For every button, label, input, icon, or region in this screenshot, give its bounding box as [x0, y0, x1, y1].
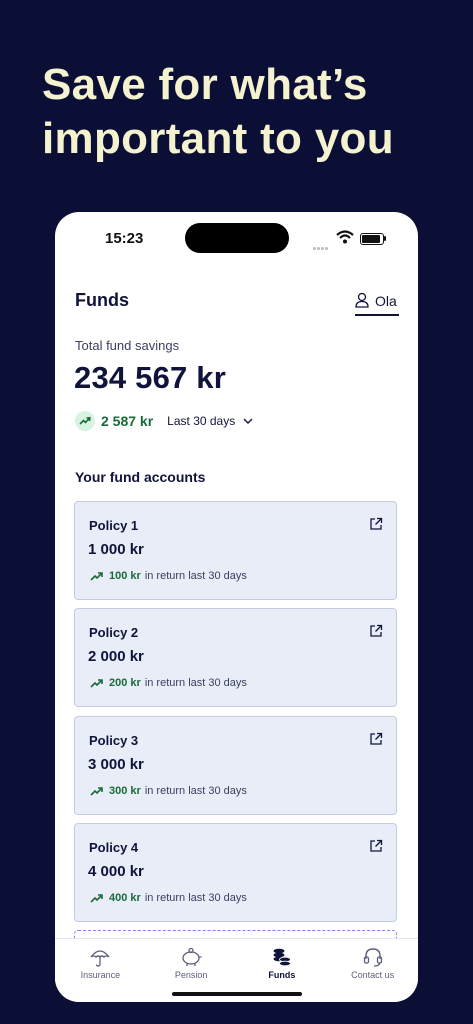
period-selector[interactable]: Last 30 days: [167, 414, 253, 428]
account-return-value: 400 kr: [109, 892, 141, 904]
external-link-icon[interactable]: [369, 732, 383, 746]
trend-up-icon: [90, 894, 103, 903]
umbrella-icon: [90, 950, 110, 967]
fund-account-card[interactable]: Policy 2 2 000 kr 200 kr in return last …: [74, 608, 397, 707]
chevron-down-icon: [243, 418, 253, 424]
piggy-bank-icon: [182, 947, 202, 966]
account-amount: 4 000 kr: [88, 863, 144, 880]
account-return-text: in return last 30 days: [144, 677, 247, 689]
period-label: Last 30 days: [167, 414, 236, 428]
fund-account-card[interactable]: Policy 3 3 000 kr 300 kr in return last …: [74, 716, 397, 815]
battery-tip: [384, 236, 386, 241]
headset-icon: [363, 948, 382, 967]
account-return: 100 kr in return last 30 days: [90, 570, 247, 582]
account-return-value: 200 kr: [109, 677, 141, 689]
account-return: 200 kr in return last 30 days: [90, 677, 247, 689]
account-name: Policy 1: [89, 518, 139, 533]
status-time: 15:23: [105, 230, 144, 247]
account-return-text: in return last 30 days: [144, 785, 247, 797]
trend-up-icon: [90, 572, 103, 581]
coins-icon: [273, 948, 291, 967]
user-name: Ola: [375, 293, 397, 309]
total-savings-amount: 234 567 kr: [74, 360, 226, 395]
account-amount: 2 000 kr: [88, 648, 144, 665]
tab-label: Insurance: [80, 970, 121, 980]
account-name: Policy 2: [89, 625, 139, 640]
marketing-headline: Save for what’s important to you: [42, 60, 394, 163]
fund-account-card[interactable]: Policy 1 1 000 kr 100 kr in return last …: [74, 501, 397, 600]
account-name: Policy 3: [89, 733, 139, 748]
wifi-icon: [336, 230, 354, 244]
trend-up-icon: [90, 787, 103, 796]
home-indicator: [172, 992, 302, 996]
tab-insurance[interactable]: Insurance: [55, 939, 146, 1002]
account-name: Policy 4: [89, 840, 139, 855]
external-link-icon[interactable]: [369, 517, 383, 531]
fund-account-card[interactable]: Policy 4 4 000 kr 400 kr in return last …: [74, 823, 397, 922]
trend-up-icon: [90, 679, 103, 688]
user-profile-button[interactable]: Ola: [355, 292, 399, 316]
tab-label: Contact us: [351, 970, 395, 980]
external-link-icon[interactable]: [369, 839, 383, 853]
total-savings-label: Total fund savings: [75, 338, 180, 353]
account-return-text: in return last 30 days: [144, 892, 247, 904]
external-link-icon[interactable]: [369, 624, 383, 638]
battery-icon: [360, 233, 384, 245]
trend-up-icon: [75, 411, 95, 431]
savings-change-row: 2 587 kr Last 30 days: [75, 411, 253, 431]
account-amount: 3 000 kr: [88, 756, 144, 773]
signal-icon: [313, 237, 333, 250]
account-return-text: in return last 30 days: [144, 570, 247, 582]
tab-label: Pension: [174, 970, 208, 980]
dynamic-island: [185, 223, 289, 253]
account-return-value: 100 kr: [109, 570, 141, 582]
account-return-value: 300 kr: [109, 785, 141, 797]
phone-screen: 15:23 Funds Ola Total fund savings 234 5…: [55, 212, 418, 1002]
fund-accounts-heading: Your fund accounts: [75, 469, 206, 485]
tab-label: Funds: [268, 970, 296, 980]
account-amount: 1 000 kr: [88, 541, 144, 558]
account-return: 300 kr in return last 30 days: [90, 785, 247, 797]
savings-change-value: 2 587 kr: [101, 413, 154, 429]
account-return: 400 kr in return last 30 days: [90, 892, 247, 904]
page-title: Funds: [75, 290, 129, 310]
tab-contact-us[interactable]: Contact us: [327, 939, 418, 1002]
person-icon: [355, 292, 369, 308]
